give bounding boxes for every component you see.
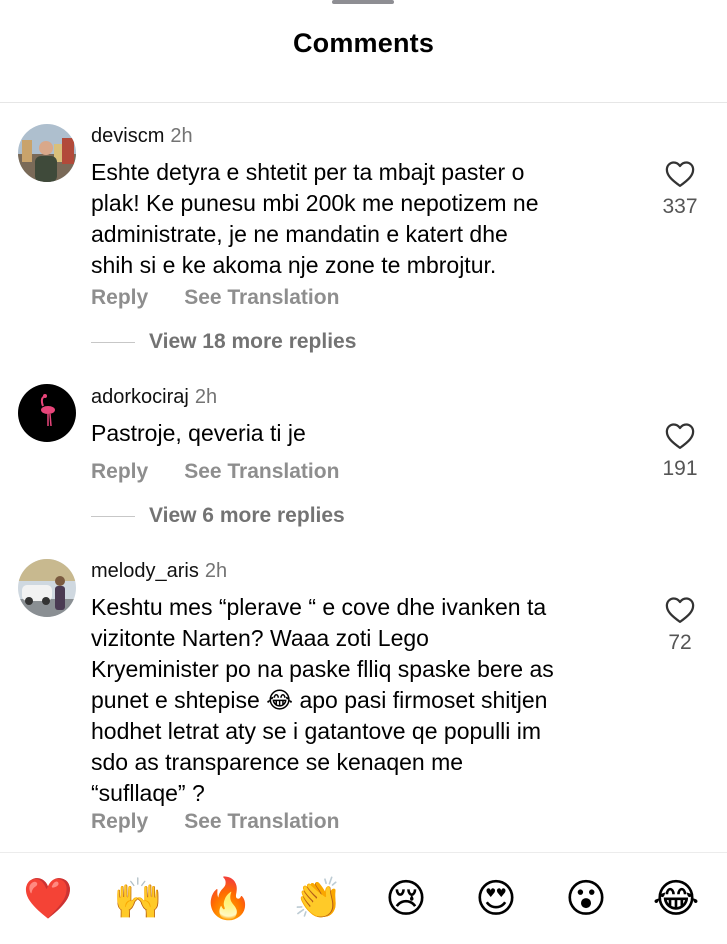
avatar[interactable] (18, 124, 76, 182)
comment-text: Pastroje, qeveria ti je (91, 420, 306, 446)
like-button[interactable]: 191 (640, 422, 720, 481)
clapping-hands-emoji-button[interactable]: 👏 (292, 873, 344, 925)
comment-text: Keshtu mes “plerave “ e cove dhe ivanken… (91, 594, 554, 806)
replies-line (91, 341, 135, 343)
see-translation-button[interactable]: See Translation (184, 460, 339, 484)
comment-username[interactable]: deviscm 2h (91, 125, 193, 148)
reply-button[interactable]: Reply (91, 460, 148, 484)
comment-time: 2h (170, 125, 193, 147)
quick-reactions-bar: ❤️ 🙌 🔥 👏 😢 😍 😮 😂 (0, 852, 727, 944)
heart-outline-icon (665, 597, 695, 623)
comment-text: Eshte detyra e shtetit per ta mbajt past… (91, 159, 539, 278)
like-count: 72 (668, 631, 692, 654)
heart-outline-icon (665, 161, 695, 187)
like-button[interactable]: 72 (640, 596, 720, 655)
like-count: 191 (662, 457, 698, 480)
fire-emoji-button[interactable]: 🔥 (202, 873, 254, 925)
reply-button[interactable]: Reply (91, 810, 148, 834)
like-button[interactable]: 337 (640, 160, 720, 219)
like-count: 337 (662, 195, 698, 218)
view-replies-button[interactable]: View 18 more replies (91, 330, 356, 354)
heart-eyes-emoji-button[interactable]: 😍 (470, 873, 522, 925)
sheet-grabber[interactable] (332, 0, 394, 4)
comment-time: 2h (194, 386, 218, 408)
comment-username[interactable]: adorkociraj 2h (91, 386, 217, 409)
replies-line (91, 515, 135, 517)
page-title: Comments (292, 28, 435, 58)
header-divider (0, 102, 727, 103)
view-replies-button[interactable]: View 6 more replies (91, 504, 345, 528)
surprised-face-emoji-button[interactable]: 😮 (560, 873, 612, 925)
avatar[interactable] (18, 559, 76, 617)
comment-actions: Reply See Translation (91, 810, 339, 834)
red-heart-emoji-button[interactable]: ❤️ (22, 873, 74, 925)
laughing-tears-emoji-button[interactable]: 😂 (650, 873, 702, 925)
raising-hands-emoji-button[interactable]: 🙌 (112, 873, 164, 925)
avatar[interactable] (18, 384, 76, 442)
comment-actions: Reply See Translation (91, 286, 339, 310)
crying-face-emoji-button[interactable]: 😢 (380, 873, 432, 925)
see-translation-button[interactable]: See Translation (184, 286, 339, 310)
comment-actions: Reply See Translation (91, 460, 339, 484)
heart-outline-icon (665, 423, 695, 449)
comment-username[interactable]: melody_aris 2h (91, 560, 227, 583)
reply-button[interactable]: Reply (91, 286, 148, 310)
see-translation-button[interactable]: See Translation (184, 810, 339, 834)
comment-time: 2h (204, 560, 228, 582)
